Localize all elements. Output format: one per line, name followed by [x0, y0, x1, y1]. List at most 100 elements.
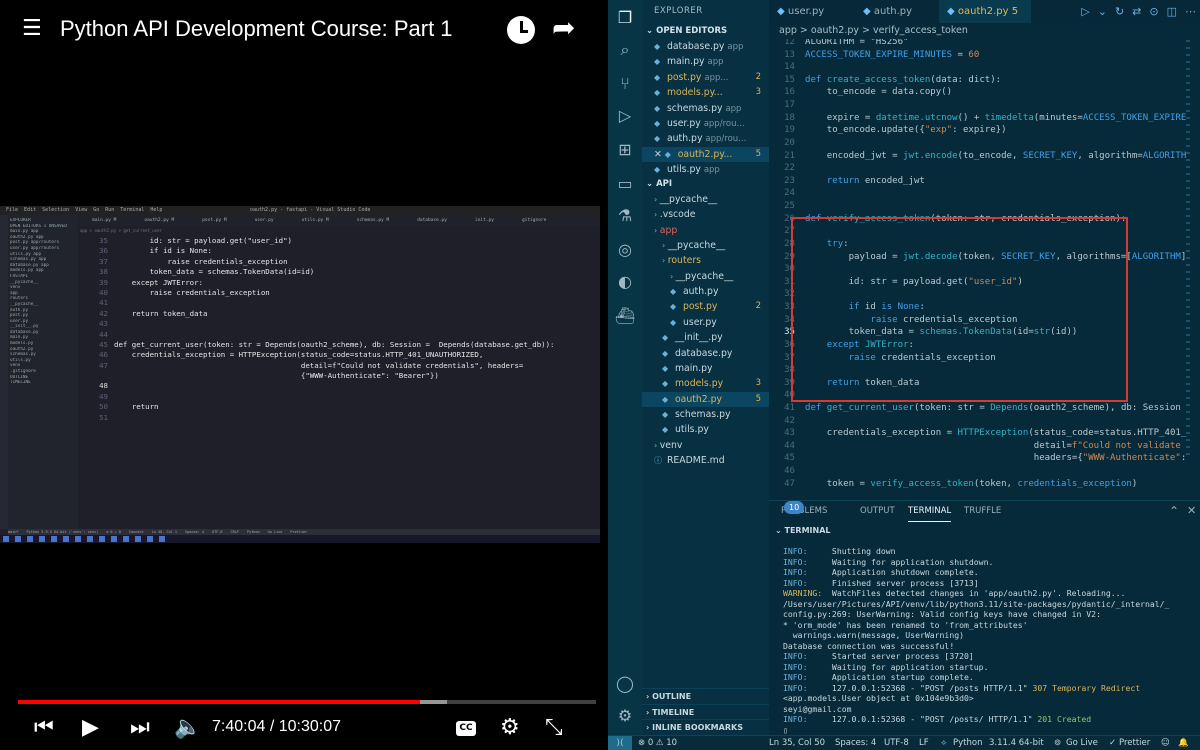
- indentation[interactable]: Spaces: 4: [835, 736, 876, 750]
- compare-icon[interactable]: ⇄: [1132, 5, 1141, 18]
- prettier-status[interactable]: Prettier: [1119, 736, 1150, 750]
- notifications-icon[interactable]: 🔔: [1178, 736, 1189, 750]
- outline-section[interactable]: › OUTLINE: [642, 688, 769, 703]
- problems-status[interactable]: ⊗ 0 ⚠ 10: [638, 736, 677, 750]
- fullscreen-icon[interactable]: ⤡: [545, 716, 563, 740]
- terminal-output[interactable]: INFO: Shutting down INFO: Waiting for app…: [783, 546, 1193, 736]
- code-line[interactable]: 23 return encoded_jwt: [769, 175, 1200, 188]
- tree-item[interactable]: › app: [642, 223, 769, 238]
- open-editor-item[interactable]: ◆ database.py app: [642, 39, 769, 54]
- tree-item[interactable]: ⓘ README.md: [642, 453, 769, 468]
- run-debug-icon[interactable]: ▷: [608, 100, 642, 132]
- breadcrumb[interactable]: app > oauth2.py > verify_access_token: [769, 23, 1200, 39]
- remote-icon[interactable]: ⟩⟨: [608, 736, 632, 750]
- tree-item[interactable]: ◆ database.py: [642, 346, 769, 361]
- tab-user-py[interactable]: ◆ user.py: [769, 0, 855, 23]
- tree-item[interactable]: › __pycache__: [642, 192, 769, 207]
- open-editor-item[interactable]: ◆ post.py app... 2: [642, 70, 769, 85]
- language-mode[interactable]: Python: [953, 736, 982, 750]
- open-editor-item[interactable]: ✕ ◆ oauth2.py... 5: [642, 146, 769, 162]
- captions-icon[interactable]: CC: [456, 721, 476, 736]
- tab-auth-py[interactable]: ◆ auth.py: [855, 0, 939, 23]
- files-icon[interactable]: ❐: [608, 2, 642, 34]
- volume-icon[interactable]: 🔈: [174, 716, 201, 740]
- video-player[interactable]: ☰ Python API Development Course: Part 1 …: [0, 0, 608, 750]
- cursor-position[interactable]: Ln 35, Col 50: [769, 736, 825, 750]
- close-panel-icon[interactable]: ✕: [1187, 501, 1196, 521]
- more-actions-icon[interactable]: ⋯: [1185, 5, 1196, 18]
- code-line[interactable]: 18 expire = datetime.utcnow() + timedelt…: [769, 112, 1200, 125]
- chevron-down-icon[interactable]: ⌄: [1098, 5, 1107, 18]
- minimap[interactable]: [1186, 40, 1196, 500]
- tree-item[interactable]: ◆ auth.py: [642, 284, 769, 299]
- timeline-section[interactable]: › TIMELINE: [642, 704, 769, 719]
- code-line[interactable]: 42: [769, 415, 1200, 428]
- tree-item[interactable]: ◆ __init__.py: [642, 330, 769, 345]
- inline-bookmarks-section[interactable]: › INLINE BOOKMARKS: [642, 719, 769, 734]
- open-editor-item[interactable]: ◆ utils.py app: [642, 162, 769, 177]
- watch-later-icon[interactable]: [507, 16, 535, 44]
- code-line[interactable]: 13 ACCESS_TOKEN_EXPIRE_MINUTES = 60: [769, 49, 1200, 62]
- close-icon[interactable]: ✕: [654, 149, 665, 160]
- open-editor-item[interactable]: ◆ main.py app: [642, 54, 769, 69]
- tree-item[interactable]: › routers: [642, 253, 769, 268]
- open-editor-item[interactable]: ◆ user.py app/rou...: [642, 116, 769, 131]
- maximize-panel-icon[interactable]: ⌃: [1169, 501, 1179, 521]
- tab-truffle[interactable]: TRUFFLE: [964, 501, 1001, 521]
- tree-item[interactable]: ◆ main.py: [642, 361, 769, 376]
- code-line[interactable]: 19 to_encode.update({"exp": expire}): [769, 124, 1200, 137]
- open-editor-item[interactable]: ◆ schemas.py app: [642, 101, 769, 116]
- testing-icon[interactable]: ⚗: [608, 200, 642, 232]
- terminal-header[interactable]: ⌄ TERMINAL: [769, 523, 1200, 538]
- code-line[interactable]: 15 def create_access_token(data: dict):: [769, 74, 1200, 87]
- code-line[interactable]: 21 encoded_jwt = jwt.encode(to_encode, S…: [769, 150, 1200, 163]
- code-line[interactable]: 16 to_encode = data.copy(): [769, 86, 1200, 99]
- feedback-icon[interactable]: ☺: [1161, 736, 1170, 750]
- tree-item[interactable]: › venv: [642, 438, 769, 453]
- open-editor-item[interactable]: ◆ models.py... 3: [642, 85, 769, 100]
- previous-icon[interactable]: ⏮: [34, 716, 54, 740]
- open-changes-icon[interactable]: ⊙: [1149, 5, 1158, 18]
- tab-terminal[interactable]: TERMINAL: [908, 501, 952, 522]
- tab-oauth2-py[interactable]: ◆ oauth2.py 5: [939, 0, 1031, 23]
- tree-item[interactable]: ◆ user.py: [642, 315, 769, 330]
- tree-item[interactable]: ◆ schemas.py: [642, 407, 769, 422]
- code-line[interactable]: 17: [769, 99, 1200, 112]
- tree-item[interactable]: › .vscode: [642, 207, 769, 222]
- open-editor-item[interactable]: ◆ auth.py app/rou...: [642, 131, 769, 146]
- encoding[interactable]: UTF-8: [884, 736, 909, 750]
- run-icon[interactable]: ▷: [1081, 5, 1089, 18]
- menu-icon[interactable]: ☰: [22, 18, 42, 40]
- project-header[interactable]: ⌄ API: [642, 177, 769, 191]
- manage-icon[interactable]: ⚙: [608, 700, 642, 732]
- tree-item[interactable]: ◆ utils.py: [642, 422, 769, 437]
- gitlens-icon[interactable]: ◐: [608, 266, 642, 298]
- code-line[interactable]: 44 detail=f"Could not validate: [769, 440, 1200, 453]
- code-line[interactable]: 47 token = verify_access_token(token, cr…: [769, 478, 1200, 491]
- code-line[interactable]: 20: [769, 137, 1200, 150]
- code-line[interactable]: 41 def get_current_user(token: str = Depe…: [769, 402, 1200, 415]
- tree-item[interactable]: › __pycache__: [642, 269, 769, 284]
- code-line[interactable]: 22: [769, 162, 1200, 175]
- open-editors-header[interactable]: ⌄ OPEN EDITORS: [642, 24, 769, 38]
- code-line[interactable]: 12 ALGORITHM = "HS256": [769, 39, 1200, 49]
- progress-bar[interactable]: [18, 700, 596, 704]
- code-line[interactable]: 25: [769, 200, 1200, 213]
- play-icon[interactable]: ▶: [82, 716, 99, 740]
- source-control-icon[interactable]: ⑂: [608, 68, 642, 100]
- go-live-button[interactable]: Go Live: [1066, 736, 1098, 750]
- search-icon[interactable]: ⌕: [608, 34, 642, 66]
- code-line[interactable]: 43 credentials_exception = HTTPException…: [769, 427, 1200, 440]
- tree-item[interactable]: ◆ oauth2.py 5: [642, 391, 769, 407]
- tree-item[interactable]: › __pycache__: [642, 238, 769, 253]
- code-line[interactable]: 24: [769, 187, 1200, 200]
- settings-icon[interactable]: ⚙: [500, 716, 520, 740]
- split-editor-icon[interactable]: ◫: [1167, 5, 1177, 18]
- docker-icon[interactable]: ⛴: [608, 300, 642, 332]
- extensions-icon[interactable]: ⊞: [608, 134, 642, 166]
- code-line[interactable]: 45 headers={"WWW-Authenticate":: [769, 452, 1200, 465]
- tree-item[interactable]: ◆ models.py 3: [642, 376, 769, 391]
- refresh-icon[interactable]: ↻: [1115, 5, 1124, 18]
- code-line[interactable]: 14: [769, 61, 1200, 74]
- account-icon[interactable]: ◯: [608, 668, 642, 700]
